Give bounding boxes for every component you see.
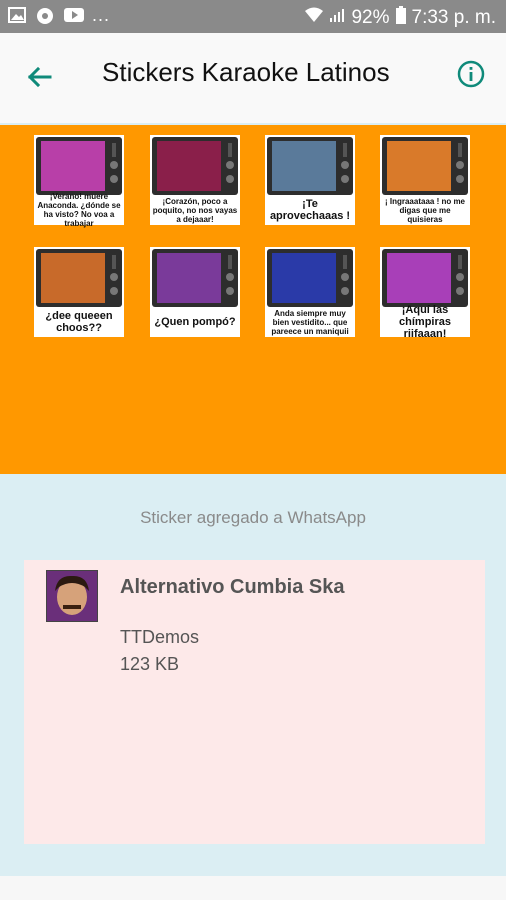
sticker-caption: ¡Aquí las chímpiras riifaaan! bbox=[399, 304, 451, 340]
app-toolbar: Stickers Karaoke Latinos bbox=[0, 33, 506, 123]
sticker-image bbox=[41, 253, 105, 303]
sticker-added-status: Sticker agregado a WhatsApp bbox=[140, 508, 366, 527]
sticker-image bbox=[157, 253, 221, 303]
tv-frame bbox=[36, 137, 122, 195]
youtube-notification-icon bbox=[64, 7, 84, 23]
image-notification-icon bbox=[8, 7, 26, 23]
bottom-bar bbox=[0, 876, 506, 900]
sticker-image bbox=[387, 253, 451, 303]
pack-author: TTDemos bbox=[120, 627, 200, 647]
sticker-caption: Anda siempre muy bien vestidito... que p… bbox=[271, 308, 349, 336]
info-button[interactable] bbox=[456, 59, 486, 89]
record-notification-icon bbox=[36, 7, 54, 24]
info-icon bbox=[457, 60, 485, 88]
sticker-image bbox=[41, 141, 105, 191]
sticker-preview-panel: ¡Verano! muere Anaconda. ¿dónde se ha vi… bbox=[0, 125, 506, 474]
tv-frame bbox=[152, 249, 238, 307]
page-title: Stickers Karaoke Latinos bbox=[102, 57, 390, 87]
signal-icon bbox=[329, 7, 345, 29]
sticker-caption: ¡Corazón, poco a poquito, no nos vayas a… bbox=[152, 196, 238, 224]
tv-frame bbox=[152, 137, 238, 195]
sticker-pack-card[interactable]: Alternativo Cumbia Ska TTDemos 123 KB bbox=[24, 560, 485, 844]
sticker-image bbox=[387, 141, 451, 191]
sticker-image bbox=[272, 141, 336, 191]
sticker-image bbox=[157, 141, 221, 191]
pack-name: Alternativo Cumbia Ska bbox=[120, 576, 345, 598]
sticker-caption: ¡ Ingraaataaa ! no me digas que me quisi… bbox=[384, 196, 466, 224]
tv-frame bbox=[36, 249, 122, 307]
tv-frame bbox=[267, 137, 353, 195]
status-bar: ... 92% 7:33 p. m. bbox=[0, 0, 506, 33]
wifi-icon bbox=[305, 7, 324, 29]
pack-size: 123 KB bbox=[120, 654, 180, 674]
back-button[interactable] bbox=[22, 59, 58, 95]
sticker-caption: ¡Te aprovechaaas ! bbox=[269, 198, 351, 222]
pack-tray-icon bbox=[46, 570, 98, 622]
battery-icon bbox=[395, 6, 406, 30]
sticker-thumbnail[interactable]: ¡Aquí las chímpiras riifaaan! bbox=[380, 247, 470, 340]
sticker-image bbox=[272, 253, 336, 303]
sticker-thumbnail[interactable]: ¡ Ingraaataaa ! no me digas que me quisi… bbox=[380, 135, 470, 225]
sticker-thumbnail[interactable]: ¿dee queeen choos?? bbox=[34, 247, 124, 337]
clock: 7:33 p. m. bbox=[411, 7, 497, 28]
sticker-caption: ¡Verano! muere Anaconda. ¿dónde se ha vi… bbox=[37, 192, 121, 228]
sticker-thumbnail[interactable]: ¡Corazón, poco a poquito, no nos vayas a… bbox=[150, 135, 240, 225]
tv-frame bbox=[382, 137, 468, 195]
tv-frame bbox=[382, 249, 468, 307]
tv-frame bbox=[267, 249, 353, 307]
arrow-back-icon bbox=[27, 66, 52, 88]
sticker-thumbnail[interactable]: ¡Verano! muere Anaconda. ¿dónde se ha vi… bbox=[34, 135, 124, 228]
sticker-thumbnail[interactable]: ¿Quen pompó? bbox=[150, 247, 240, 337]
sticker-thumbnail[interactable]: ¡Te aprovechaaas ! bbox=[265, 135, 355, 225]
sticker-caption: ¿dee queeen choos?? bbox=[45, 310, 113, 334]
battery-percent: 92% bbox=[351, 7, 390, 28]
sticker-thumbnail[interactable]: Anda siempre muy bien vestidito... que p… bbox=[265, 247, 355, 337]
sticker-caption: ¿Quen pompó? bbox=[154, 316, 236, 328]
more-notifications-indicator: ... bbox=[92, 5, 111, 25]
